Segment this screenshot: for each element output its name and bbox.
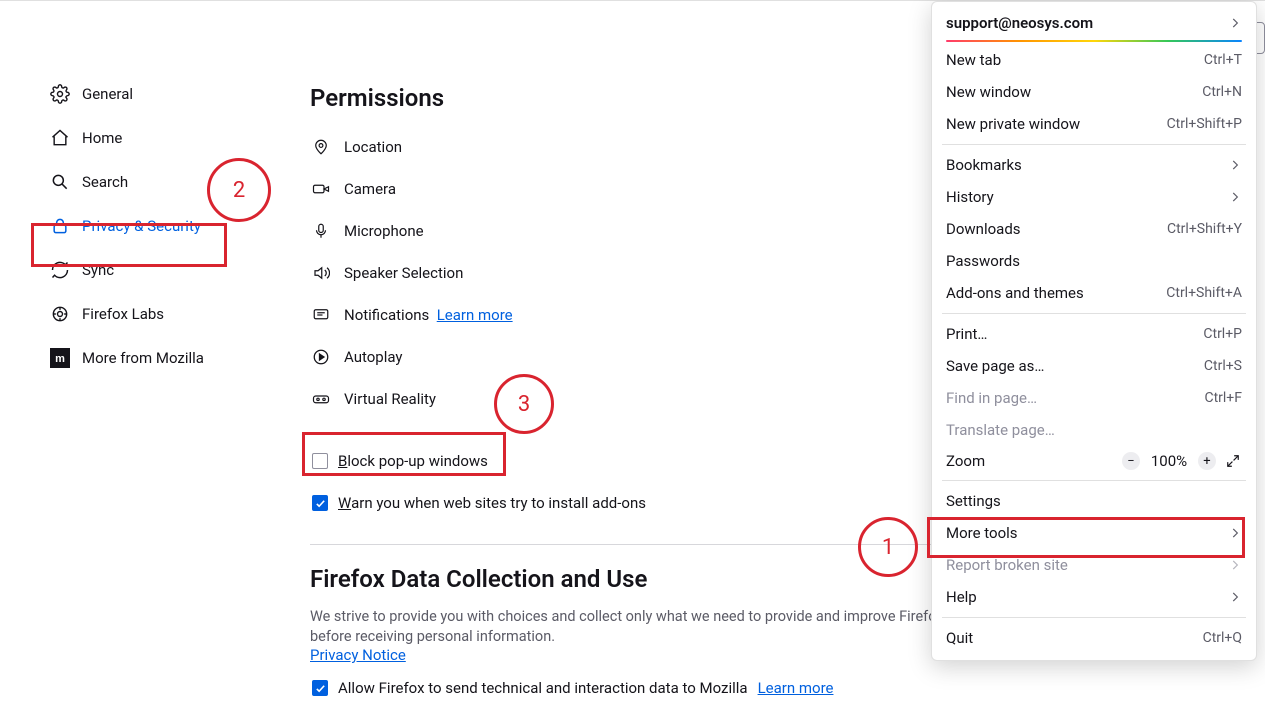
menu-item-shortcut: Ctrl+F [1204,390,1242,406]
menu-item-translate-page: Translate page… [932,414,1256,446]
sidebar-item-home[interactable]: Home [40,116,250,160]
chevron-right-icon [1228,16,1242,30]
menu-item-label: New private window [946,115,1080,133]
sidebar-item-privacy-security[interactable]: Privacy & Security [40,204,250,248]
zoom-out-button[interactable]: − [1122,452,1140,470]
sidebar-item-sync[interactable]: Sync [40,248,250,292]
sidebar-item-label: Search [82,173,128,191]
sidebar-item-firefox-labs[interactable]: Firefox Labs [40,292,250,336]
gear-icon [50,84,70,104]
menu-item-label: Translate page… [946,421,1055,439]
sidebar-item-label: Firefox Labs [82,305,164,323]
sidebar-item-label: Home [82,129,122,147]
sidebar-item-label: Privacy & Security [82,217,201,235]
menu-item-label: Save page as… [946,357,1044,375]
telemetry-label: Allow Firefox to send technical and inte… [338,679,748,697]
fullscreen-button[interactable] [1224,452,1242,470]
autoplay-icon [310,346,332,368]
app-menu-panel: support@neosys.com New tab Ctrl+T New wind… [931,1,1257,661]
menu-zoom-row: Zoom − 100% + [932,446,1256,476]
chevron-right-icon [1228,590,1242,604]
menu-item-shortcut: Ctrl+Q [1203,630,1242,646]
menu-item-shortcut: Ctrl+Shift+P [1167,116,1242,132]
home-icon [50,128,70,148]
privacy-notice-link[interactable]: Privacy Notice [310,646,406,664]
menu-item-label: History [946,188,994,206]
search-icon [50,172,70,192]
menu-item-label: Help [946,588,977,606]
sidebar-item-more-mozilla[interactable]: m More from Mozilla [40,336,250,380]
chevron-right-icon [1228,190,1242,204]
virtual-reality-icon [310,388,332,410]
settings-sidebar: General Home Search Privacy & Security S… [0,2,270,718]
menu-item-shortcut: Ctrl+N [1202,84,1242,100]
zoom-in-button[interactable]: + [1198,452,1216,470]
menu-item-label: Downloads [946,220,1021,238]
menu-item-label: More tools [946,524,1018,542]
menu-item-new-tab[interactable]: New tab Ctrl+T [932,44,1256,76]
menu-item-save-page-as[interactable]: Save page as… Ctrl+S [932,350,1256,382]
sync-icon [50,260,70,280]
zoom-label: Zoom [946,452,1114,470]
menu-item-print[interactable]: Print… Ctrl+P [932,318,1256,350]
sidebar-item-label: More from Mozilla [82,349,204,367]
menu-item-find-in-page: Find in page… Ctrl+F [932,382,1256,414]
menu-item-label: Report broken site [946,556,1068,574]
menu-item-label: Settings [946,492,1001,510]
menu-item-shortcut: Ctrl+Shift+Y [1167,221,1242,237]
sidebar-item-label: General [82,85,133,103]
lock-icon [50,216,70,236]
menu-account-email: support@neosys.com [946,14,1093,32]
menu-item-label: Quit [946,629,973,647]
menu-item-passwords[interactable]: Passwords [932,245,1256,277]
menu-item-new-window[interactable]: New window Ctrl+N [932,76,1256,108]
menu-item-shortcut: Ctrl+T [1204,52,1242,68]
zoom-value: 100% [1148,452,1190,470]
menu-item-label: Print… [946,325,987,343]
menu-item-more-tools[interactable]: More tools [932,517,1256,549]
menu-item-bookmarks[interactable]: Bookmarks [932,149,1256,181]
menu-item-label: Find in page… [946,389,1037,407]
menu-item-quit[interactable]: Quit Ctrl+Q [932,622,1256,654]
speaker-selection-icon [310,262,332,284]
notifications-icon [310,304,332,326]
sidebar-item-search[interactable]: Search [40,160,250,204]
flask-icon [50,304,70,324]
menu-item-label: New tab [946,51,1001,69]
block-popups-checkbox[interactable] [312,453,328,469]
mozilla-icon: m [50,348,70,368]
menu-item-history[interactable]: History [932,181,1256,213]
menu-account[interactable]: support@neosys.com [932,8,1256,40]
location-icon [310,136,332,158]
account-rainbow-divider [946,40,1242,42]
menu-item-new-private-window[interactable]: New private window Ctrl+Shift+P [932,108,1256,140]
menu-item-shortcut: Ctrl+S [1204,358,1242,374]
menu-item-add-ons-and-themes[interactable]: Add-ons and themes Ctrl+Shift+A [932,277,1256,309]
menu-item-downloads[interactable]: Downloads Ctrl+Shift+Y [932,213,1256,245]
chevron-right-icon [1228,158,1242,172]
permission-learn-more-link[interactable]: Learn more [437,306,513,324]
sidebar-item-label: Sync [82,261,114,279]
camera-icon [310,178,332,200]
sidebar-item-general[interactable]: General [40,72,250,116]
menu-item-shortcut: Ctrl+P [1203,326,1242,342]
telemetry-learn-more-link[interactable]: Learn more [758,679,834,697]
chevron-right-icon [1228,526,1242,540]
menu-item-label: Passwords [946,252,1020,270]
menu-item-label: Bookmarks [946,156,1022,174]
telemetry-checkbox[interactable] [312,680,328,696]
menu-item-help[interactable]: Help [932,581,1256,613]
svg-text:m: m [55,353,65,365]
chevron-right-icon [1228,558,1242,572]
menu-item-label: Add-ons and themes [946,284,1084,302]
menu-item-shortcut: Ctrl+Shift+A [1166,285,1242,301]
menu-item-settings[interactable]: Settings [932,485,1256,517]
menu-item-report-broken-site: Report broken site [932,549,1256,581]
warn-addons-checkbox[interactable] [312,495,328,511]
menu-item-label: New window [946,83,1031,101]
microphone-icon [310,220,332,242]
